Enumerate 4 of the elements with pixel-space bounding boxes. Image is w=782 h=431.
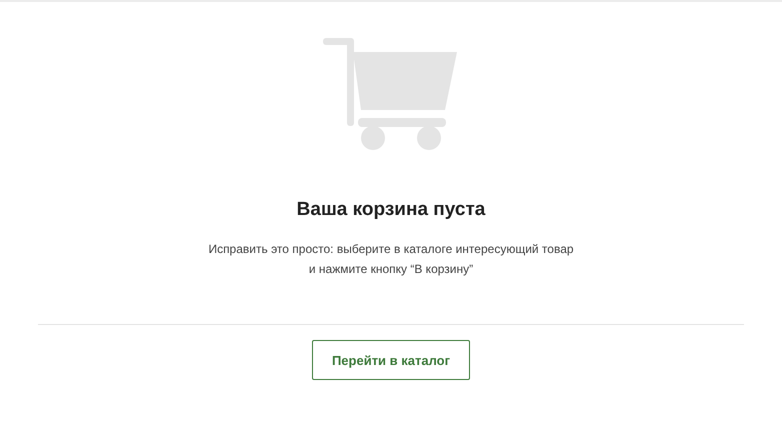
cart-icon bbox=[323, 38, 459, 152]
empty-cart-title: Ваша корзина пуста bbox=[296, 198, 486, 222]
go-to-catalog-button[interactable]: Перейти в каталог bbox=[312, 340, 470, 380]
empty-cart-message: Исправить это просто: выберите в каталоге интересующий товар и нажмите кнопку “В корзину” bbox=[208, 241, 574, 278]
